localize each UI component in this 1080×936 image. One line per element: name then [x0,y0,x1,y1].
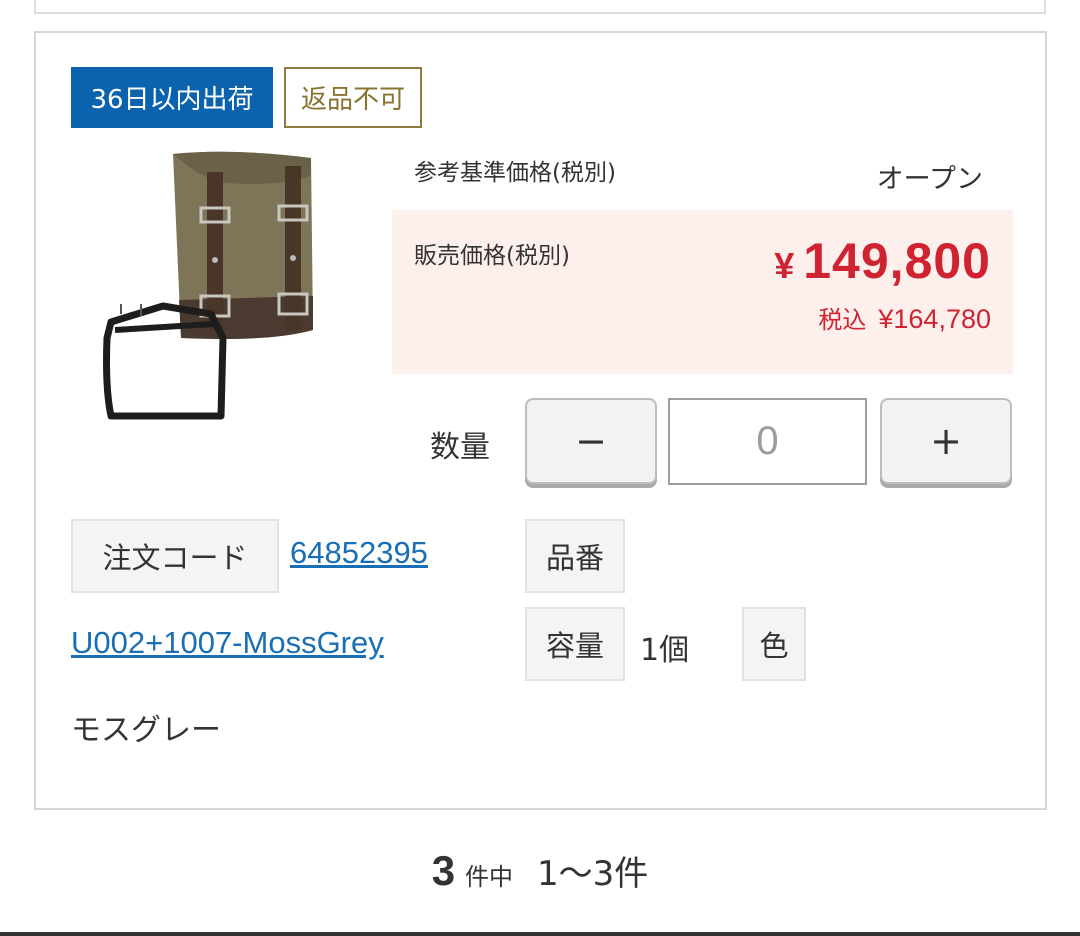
pagination-summary: 3 件中 1〜3件 [0,846,1080,895]
yen-symbol: ¥ [774,245,796,286]
order-code-link[interactable]: 64852395 [290,535,428,571]
saddle-bag-icon [103,151,313,420]
part-number-label: 品番 [525,519,625,593]
sale-price-box: 販売価格(税別) ¥149,800 税込 ¥164,780 [392,210,1013,374]
quantity-increase-button[interactable]: + [880,398,1012,484]
tax-included-price: 税込 ¥164,780 [818,300,991,335]
reference-price-value: オープン [876,164,983,195]
sale-price: ¥149,800 [774,232,991,290]
capacity-value: 1個 [640,633,690,668]
total-count: 3 [431,847,456,894]
quantity-decrease-button[interactable]: − [525,398,657,484]
sale-price-label: 販売価格(税別) [414,243,570,269]
quantity-label: 数量 [430,430,490,465]
product-image[interactable] [71,148,351,428]
part-number-link[interactable]: U002+1007-MossGrey [71,625,384,661]
reference-price-label: 参考基準価格(税別) [414,160,616,186]
product-card: 36日以内出荷 返品不可 参考基準価格(税別) オープン 販売価格(税別) ¥ … [34,31,1047,810]
order-code-label: 注文コード [71,519,279,593]
capacity-label: 容量 [525,607,625,681]
quantity-input[interactable] [668,398,867,485]
tax-included-label: 税込 [818,306,867,334]
no-return-badge: 返品不可 [284,67,422,128]
shipping-badge: 36日以内出荷 [71,67,273,128]
sale-price-amount: 149,800 [803,233,991,289]
footer-divider [0,932,1080,936]
previous-card-edge [34,0,1046,14]
pagination-range: 1〜3件 [537,854,649,894]
tax-included-amount: ¥164,780 [878,304,991,334]
color-value: モスグレー [71,713,221,748]
color-label: 色 [742,607,806,681]
pagination-middle-text: 件中 [465,863,514,891]
